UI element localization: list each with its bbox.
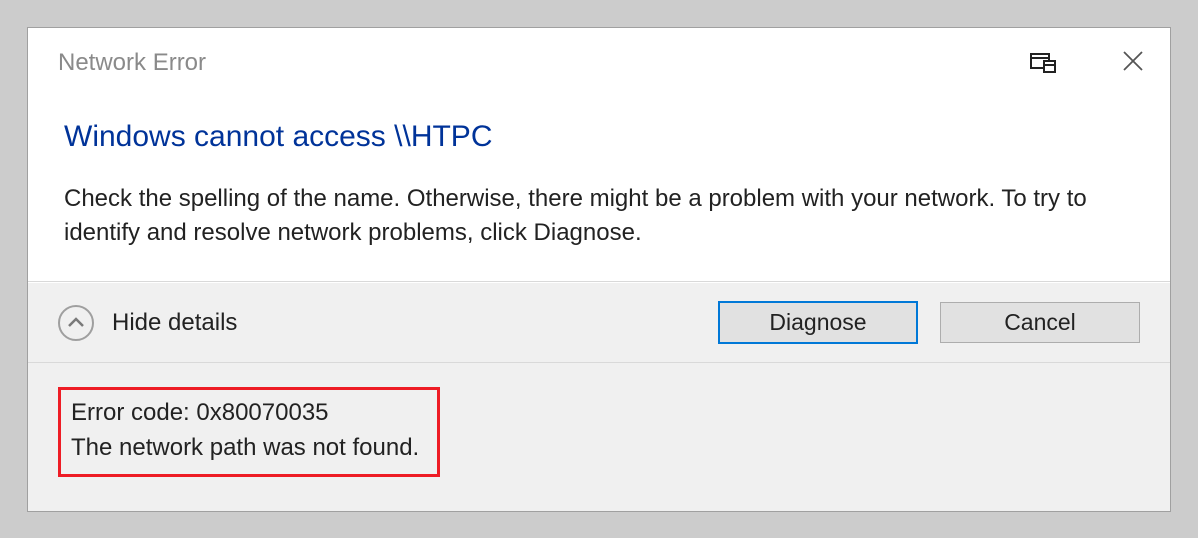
error-description: Check the spelling of the name. Otherwis… [64, 182, 1134, 252]
error-code-line: Error code: 0x80070035 [71, 396, 419, 431]
details-panel: Error code: 0x80070035 The network path … [28, 362, 1170, 510]
error-heading: Windows cannot access \\HTPC [64, 120, 1134, 154]
action-bar: Hide details Diagnose Cancel [28, 282, 1170, 362]
window-menu-icon[interactable] [1030, 53, 1056, 73]
titlebar: Network Error [28, 28, 1170, 88]
diagnose-button[interactable]: Diagnose [718, 301, 918, 344]
details-toggle[interactable]: Hide details [58, 305, 718, 341]
network-error-dialog: Network Error Windows cannot access \\HT… [27, 27, 1171, 512]
dialog-title: Network Error [58, 49, 1030, 77]
cancel-button[interactable]: Cancel [940, 302, 1140, 343]
close-icon[interactable] [1116, 49, 1150, 77]
chevron-up-icon [58, 305, 94, 341]
dialog-body: Windows cannot access \\HTPC Check the s… [28, 88, 1170, 282]
details-toggle-label: Hide details [112, 309, 237, 337]
error-details-highlight: Error code: 0x80070035 The network path … [58, 387, 440, 477]
error-message-line: The network path was not found. [71, 431, 419, 466]
